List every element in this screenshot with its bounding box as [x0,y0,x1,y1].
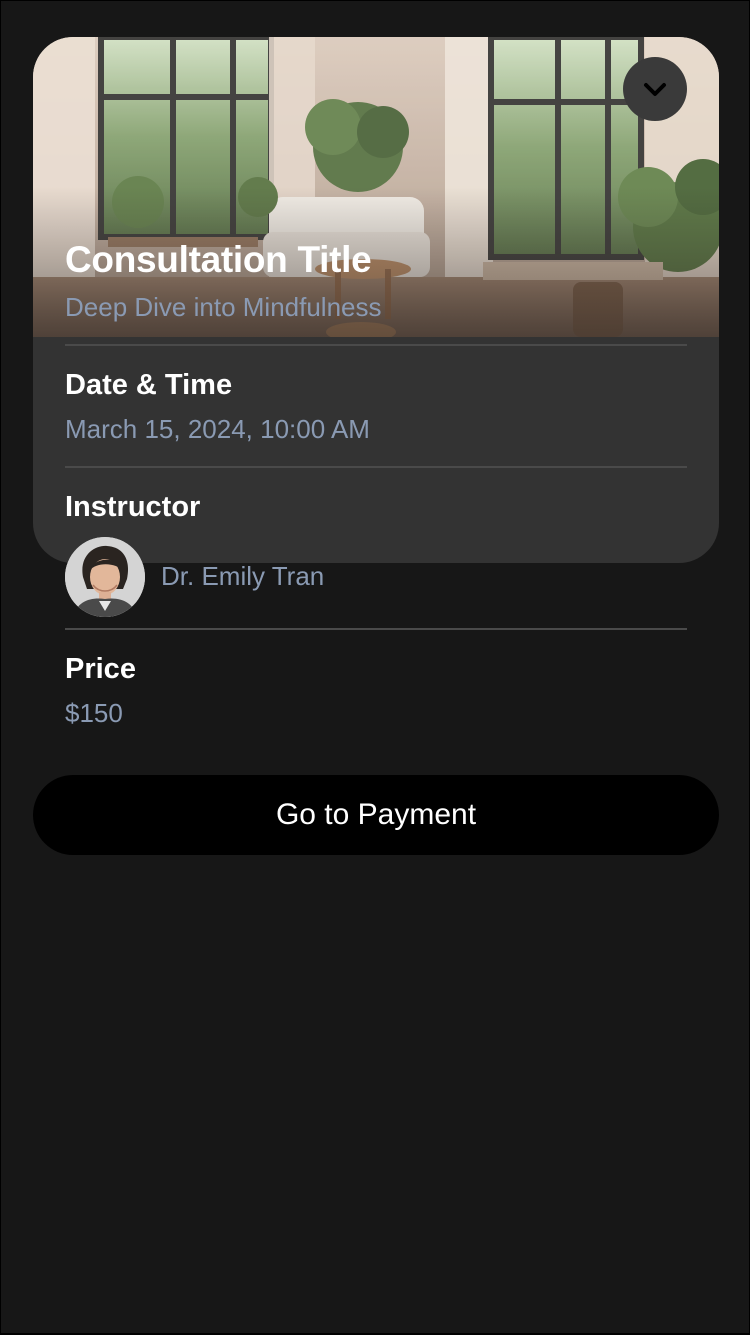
instructor-name: Dr. Emily Tran [161,561,325,591]
avatar [65,537,145,617]
consultation-subtitle: Deep Dive into Mindfulness [65,292,382,322]
instructor-photo [65,537,145,617]
consultation-title: Consultation Title [65,239,372,280]
consultation-card: Consultation Title Deep Dive into Mindfu… [33,37,719,563]
divider [65,344,687,346]
date-time-label: Date & Time [65,369,233,401]
price-value: $150 [65,698,123,728]
chevron-down-icon [644,83,666,96]
divider [65,466,687,468]
price-label: Price [65,653,136,685]
collapse-button[interactable] [623,57,687,121]
date-time-value: March 15, 2024, 10:00 AM [65,414,370,444]
go-to-payment-button[interactable]: Go to Payment [33,775,719,855]
instructor-label: Instructor [65,491,201,523]
consultation-detail-screen: Consultation Title Deep Dive into Mindfu… [1,1,749,1333]
divider [65,628,687,630]
